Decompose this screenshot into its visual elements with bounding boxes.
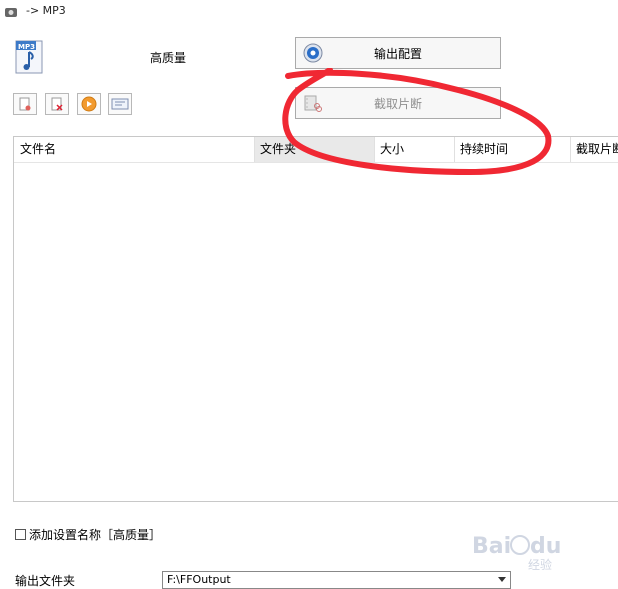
clear-list-button[interactable] bbox=[45, 93, 69, 115]
output-folder-select[interactable]: F:\FFOutput bbox=[162, 571, 511, 589]
app-icon bbox=[4, 5, 18, 19]
remove-file-button[interactable] bbox=[13, 93, 37, 115]
output-folder-value: F:\FFOutput bbox=[167, 573, 231, 586]
gear-icon bbox=[303, 43, 323, 63]
svg-text:Bai: Bai bbox=[472, 534, 511, 559]
file-list-header: 文件名 文件夹 大小 持续时间 截取片断 bbox=[14, 137, 618, 163]
clip-label: 截取片断 bbox=[373, 96, 422, 111]
column-header-size[interactable]: 大小 bbox=[374, 137, 454, 162]
svg-text:du: du bbox=[530, 534, 561, 559]
clip-button[interactable]: 截取片断 bbox=[295, 87, 501, 119]
file-list[interactable]: 文件名 文件夹 大小 持续时间 截取片断 bbox=[13, 136, 618, 502]
svg-text:MP3: MP3 bbox=[18, 43, 35, 51]
output-folder-label: 输出文件夹 bbox=[15, 574, 76, 588]
mp3-format-icon: MP3 bbox=[14, 40, 44, 74]
window-title: -> MP3 bbox=[26, 4, 66, 17]
column-header-folder[interactable]: 文件夹 bbox=[254, 137, 374, 162]
remove-file-icon bbox=[19, 97, 31, 111]
chevron-down-icon[interactable] bbox=[498, 577, 506, 582]
baidu-watermark-logo: Bai du 经验 bbox=[472, 534, 561, 572]
column-divider[interactable] bbox=[254, 137, 255, 162]
output-config-label: 输出配置 bbox=[373, 46, 422, 61]
delete-icon bbox=[51, 97, 63, 111]
add-setting-name-checkbox[interactable] bbox=[15, 529, 26, 540]
quality-label: 高质量 bbox=[150, 51, 187, 65]
column-divider[interactable] bbox=[374, 137, 375, 162]
column-header-clip[interactable]: 截取片断 bbox=[570, 137, 618, 162]
svg-text:经验: 经验 bbox=[528, 557, 552, 572]
info-card-icon bbox=[111, 98, 129, 110]
view-info-button[interactable] bbox=[108, 93, 132, 115]
output-config-button[interactable]: 输出配置 bbox=[295, 37, 501, 69]
film-scissors-icon bbox=[303, 93, 323, 113]
column-header-duration[interactable]: 持续时间 bbox=[454, 137, 570, 162]
add-setting-name-label: 添加设置名称［高质量］ bbox=[29, 528, 162, 542]
column-header-filename[interactable]: 文件名 bbox=[14, 137, 254, 162]
play-icon bbox=[81, 96, 97, 112]
add-setting-name-option[interactable]: 添加设置名称［高质量］ bbox=[15, 526, 161, 543]
column-divider[interactable] bbox=[454, 137, 455, 162]
play-button[interactable] bbox=[77, 93, 101, 115]
column-divider[interactable] bbox=[570, 137, 571, 162]
